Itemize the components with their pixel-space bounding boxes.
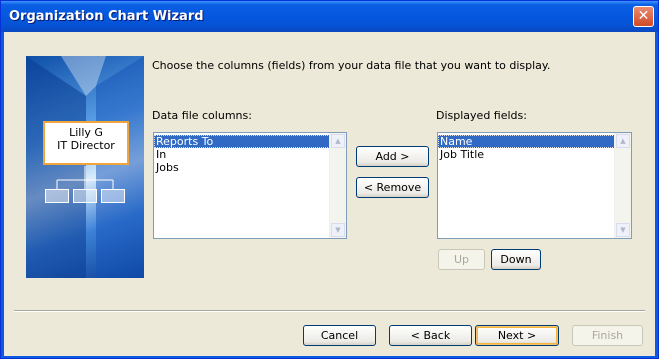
displayed-fields-label: Displayed fields: bbox=[436, 109, 527, 122]
scroll-up-arrow-icon[interactable]: ▲ bbox=[616, 134, 630, 148]
finish-button[interactable]: Finish bbox=[572, 325, 643, 346]
card-role: IT Director bbox=[57, 139, 115, 152]
data-file-columns-list[interactable]: Reports To In Jobs ▲ ▼ bbox=[153, 132, 347, 239]
close-button[interactable]: ✕ bbox=[633, 6, 654, 27]
subordinate-box bbox=[45, 189, 69, 203]
wizard-window: Organization Chart Wizard ✕ Lilly G IT D… bbox=[0, 0, 659, 359]
subordinate-box bbox=[73, 189, 97, 203]
card-name: Lilly G bbox=[69, 126, 103, 139]
org-chart-card: Lilly G IT Director bbox=[43, 121, 129, 165]
list-item[interactable]: Name bbox=[438, 135, 615, 148]
vertical-scrollbar[interactable]: ▲ ▼ bbox=[329, 133, 346, 238]
illustration-background bbox=[26, 56, 144, 278]
displayed-fields-list[interactable]: Name Job Title ▲ ▼ bbox=[437, 132, 632, 239]
list-item[interactable]: Jobs bbox=[154, 161, 330, 174]
up-button[interactable]: Up bbox=[438, 249, 485, 270]
back-button[interactable]: < Back bbox=[389, 325, 472, 346]
dialog-body: Lilly G IT Director Choose the columns (… bbox=[4, 32, 655, 356]
displayed-fields-items: Name Job Title bbox=[438, 133, 631, 161]
list-item[interactable]: In bbox=[154, 148, 330, 161]
down-button[interactable]: Down bbox=[491, 249, 541, 270]
add-button[interactable]: Add > bbox=[356, 146, 429, 167]
cancel-button[interactable]: Cancel bbox=[303, 325, 376, 346]
subordinate-box bbox=[101, 189, 125, 203]
scroll-down-arrow-icon[interactable]: ▼ bbox=[616, 223, 630, 237]
data-file-columns-label: Data file columns: bbox=[152, 109, 252, 122]
next-button[interactable]: Next > bbox=[475, 325, 559, 346]
window-title: Organization Chart Wizard bbox=[9, 9, 204, 24]
separator bbox=[14, 310, 645, 312]
scroll-up-arrow-icon[interactable]: ▲ bbox=[331, 134, 345, 148]
title-bar[interactable]: Organization Chart Wizard ✕ bbox=[1, 1, 658, 32]
remove-button[interactable]: < Remove bbox=[356, 177, 429, 198]
org-chart-illustration: Lilly G IT Director bbox=[26, 56, 144, 278]
instruction-text: Choose the columns (fields) from your da… bbox=[152, 59, 551, 72]
vertical-scrollbar[interactable]: ▲ ▼ bbox=[614, 133, 631, 238]
data-file-columns-items: Reports To In Jobs bbox=[154, 133, 346, 174]
scroll-down-arrow-icon[interactable]: ▼ bbox=[331, 223, 345, 237]
list-item[interactable]: Job Title bbox=[438, 148, 615, 161]
list-item[interactable]: Reports To bbox=[154, 135, 330, 148]
